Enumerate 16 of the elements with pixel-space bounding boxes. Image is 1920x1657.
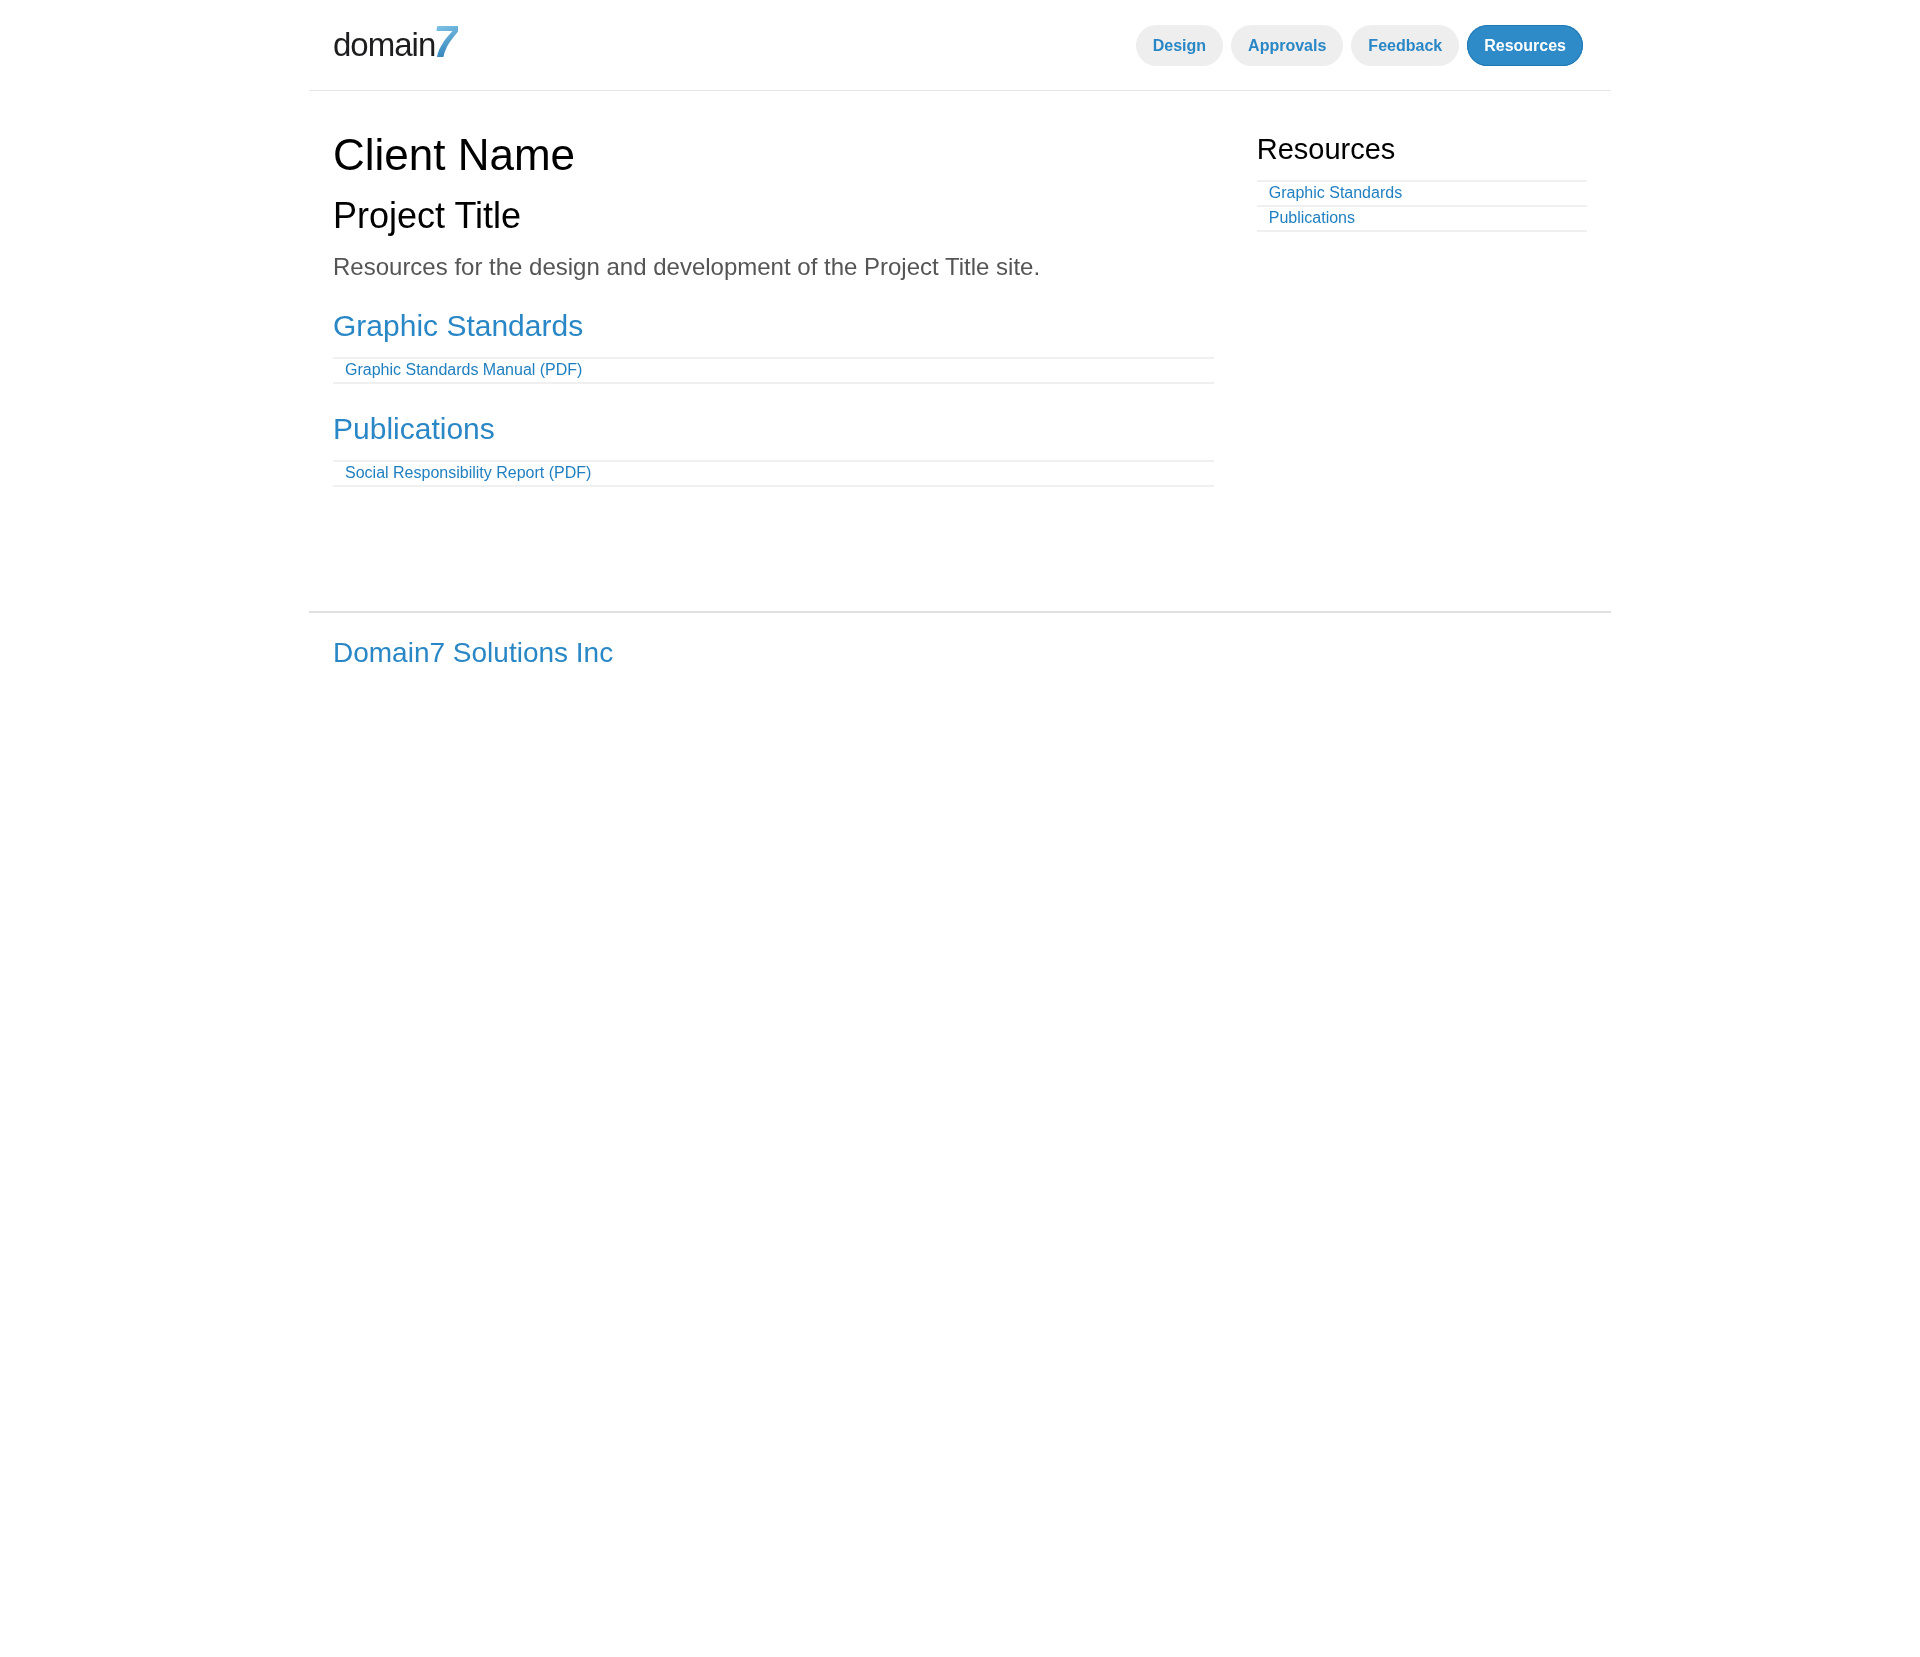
- client-name: Client Name: [333, 129, 577, 181]
- footer-link[interactable]: Domain7 Solutions Inc: [333, 637, 614, 668]
- sidebar-heading: Resources: [1256, 133, 1397, 166]
- nav-tab[interactable]: Approvals: [1231, 24, 1344, 66]
- logo[interactable]: domain7: [333, 20, 458, 64]
- intro-text: Resources for the design and development of the Project Title site.: [333, 253, 1042, 281]
- document-link[interactable]: Graphic Standards Manual (PDF): [345, 361, 583, 378]
- sidebar-link[interactable]: Publications: [1268, 209, 1355, 226]
- nav-tab[interactable]: Feedback: [1351, 24, 1460, 66]
- section-heading: Publications: [333, 412, 496, 446]
- project-title: Project Title: [333, 193, 523, 237]
- nav-tab[interactable]: Design: [1135, 24, 1224, 66]
- document-link[interactable]: Social Responsibility Report (PDF): [345, 464, 592, 481]
- sidebar-link[interactable]: Graphic Standards: [1268, 184, 1403, 201]
- nav-tab[interactable]: Resources: [1467, 24, 1583, 66]
- section-heading: Graphic Standards: [333, 309, 585, 343]
